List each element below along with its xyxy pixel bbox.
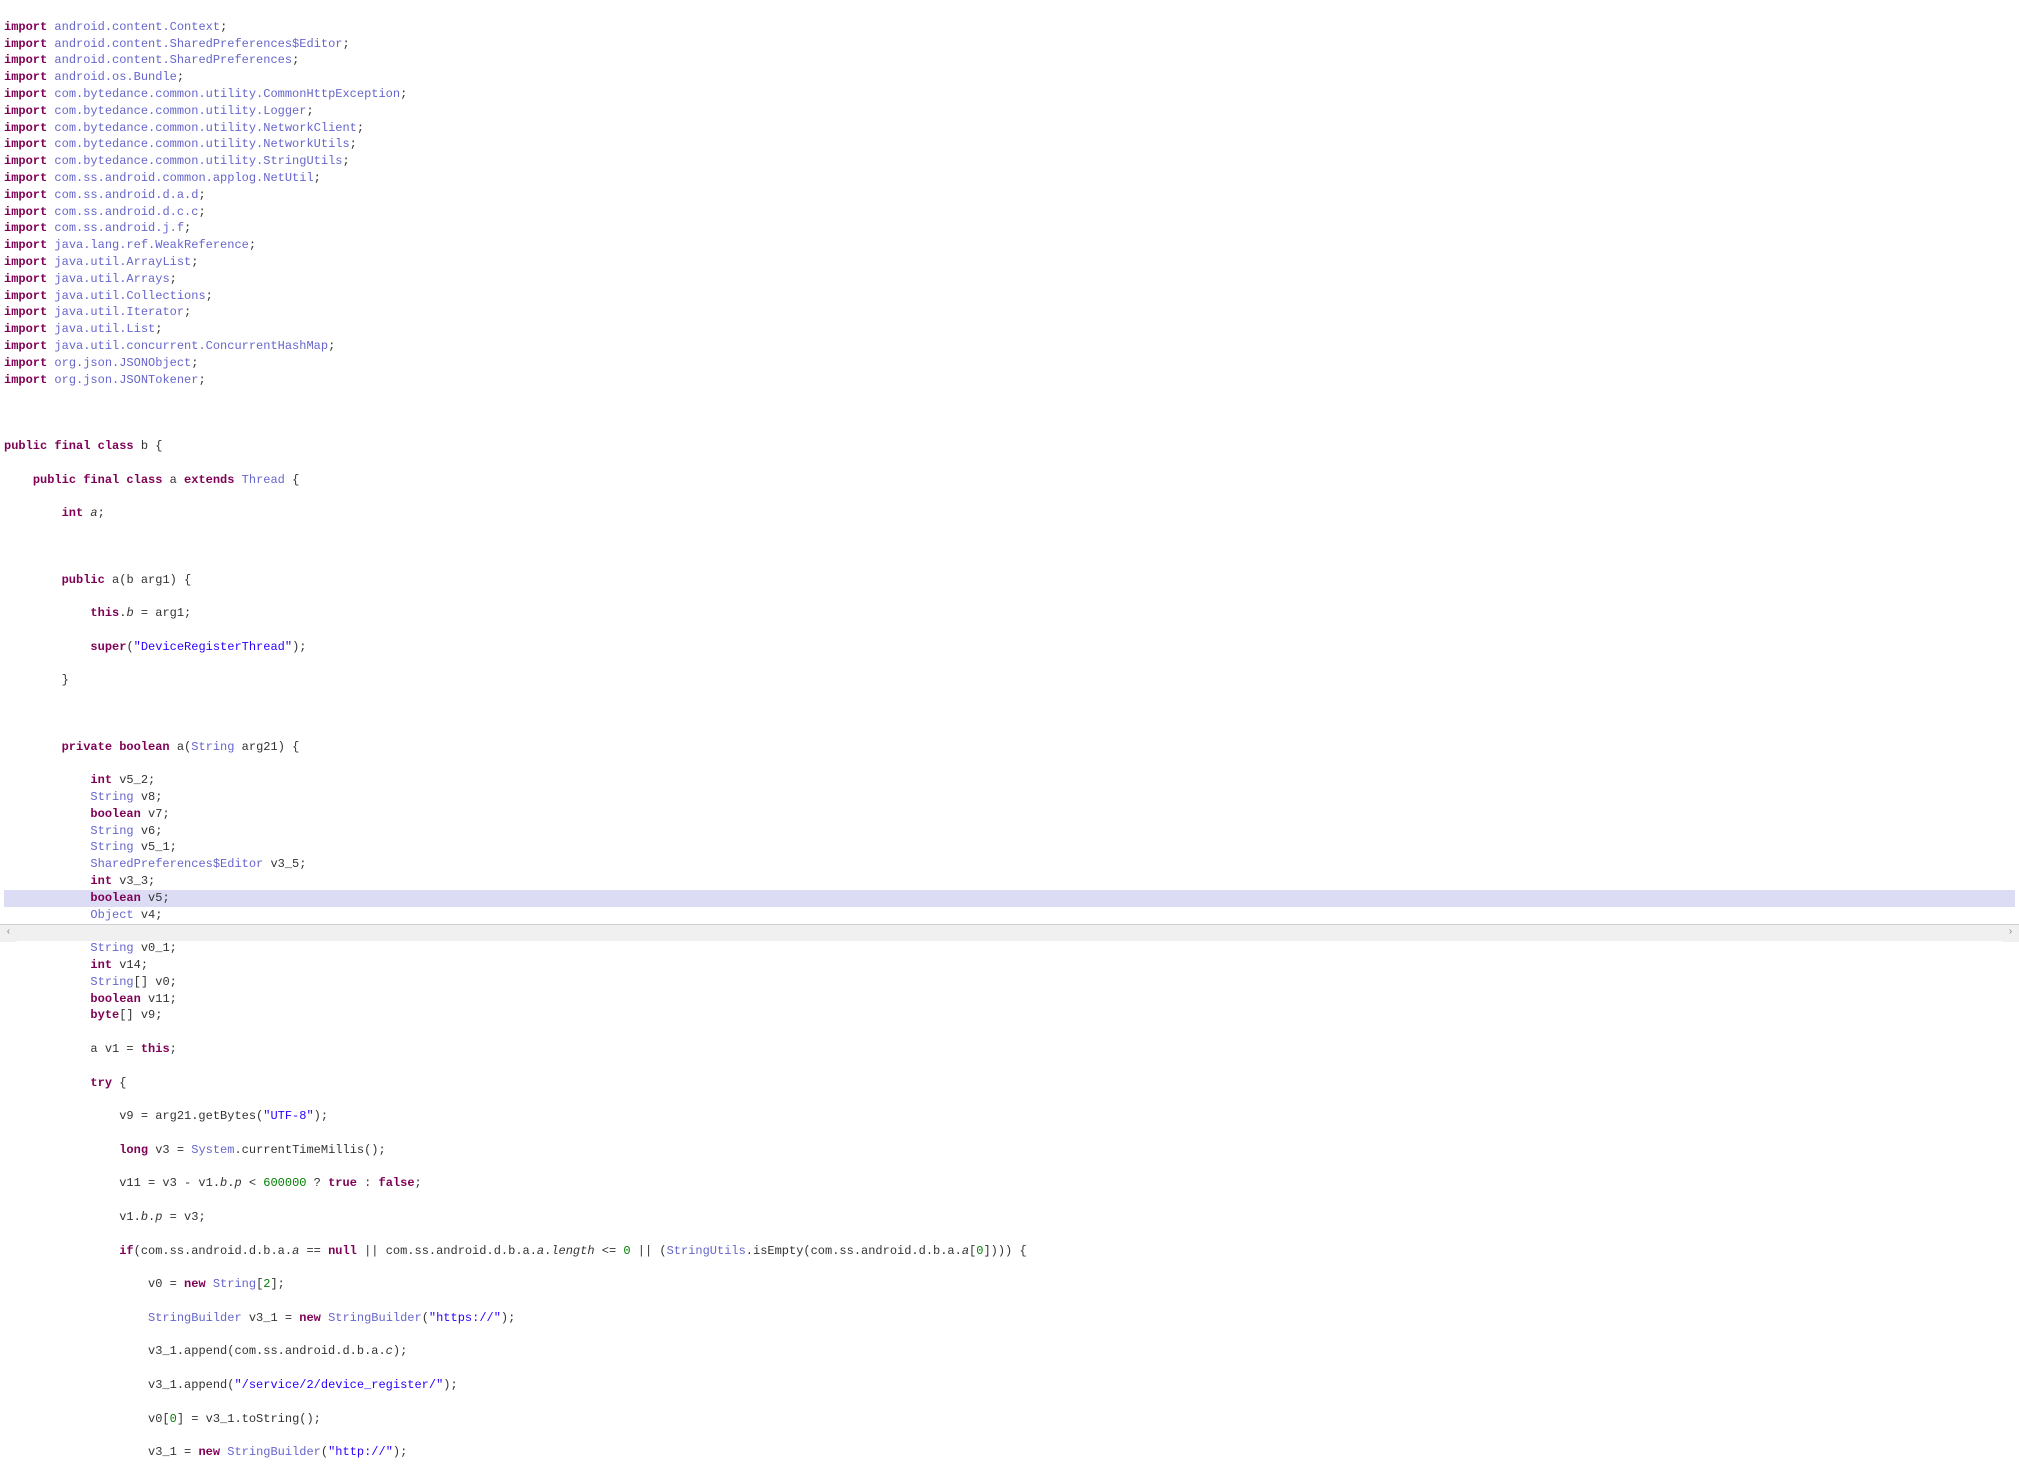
- import-statement: import java.util.ArrayList;: [4, 254, 2015, 271]
- import-statement: import org.json.JSONObject;: [4, 355, 2015, 372]
- import-statement: import com.ss.android.j.f;: [4, 220, 2015, 237]
- scroll-right-button[interactable]: ›: [2002, 925, 2019, 942]
- field-name: a: [90, 506, 97, 520]
- inner-class-keyword: public final class: [33, 473, 163, 487]
- import-statement: import com.bytedance.common.utility.Netw…: [4, 120, 2015, 137]
- var-decl: Object v4;: [4, 907, 2015, 924]
- var-decl: String[] v0;: [4, 974, 2015, 991]
- ctor-param-name: arg1: [141, 573, 170, 587]
- thread-name-string: "DeviceRegisterThread": [134, 640, 292, 654]
- var-decl: String v8;: [4, 789, 2015, 806]
- var-decl: boolean v5;: [4, 890, 2015, 907]
- extends-type: Thread: [242, 473, 285, 487]
- import-statement: import android.content.Context;: [4, 19, 2015, 36]
- var-decl: int v5_2;: [4, 772, 2015, 789]
- class-name: b: [141, 439, 148, 453]
- code-editor[interactable]: import android.content.Context;import an…: [0, 0, 2019, 1480]
- import-statement: import java.lang.ref.WeakReference;: [4, 237, 2015, 254]
- var-decl: String v5_1;: [4, 839, 2015, 856]
- var-decl: String v6;: [4, 823, 2015, 840]
- import-statement: import java.util.concurrent.ConcurrentHa…: [4, 338, 2015, 355]
- field-type: int: [62, 506, 84, 520]
- import-statement: import java.util.List;: [4, 321, 2015, 338]
- method-keyword: private boolean: [62, 740, 170, 754]
- import-statement: import com.ss.android.common.applog.NetU…: [4, 170, 2015, 187]
- import-statement: import com.ss.android.d.a.d;: [4, 187, 2015, 204]
- import-statement: import com.bytedance.common.utility.Netw…: [4, 136, 2015, 153]
- var-decl: int v14;: [4, 957, 2015, 974]
- import-statement: import java.util.Collections;: [4, 288, 2015, 305]
- ctor-keyword: public: [62, 573, 105, 587]
- var-decl: int v3_3;: [4, 873, 2015, 890]
- import-statement: import org.json.JSONTokener;: [4, 372, 2015, 389]
- ctor-name: a: [112, 573, 119, 587]
- var-decl: SharedPreferences$Editor v3_5;: [4, 856, 2015, 873]
- import-statement: import android.os.Bundle;: [4, 69, 2015, 86]
- class-keyword: public final class: [4, 439, 134, 453]
- horizontal-scrollbar[interactable]: ‹ ›: [0, 924, 2019, 941]
- import-statement: import com.bytedance.common.utility.Comm…: [4, 86, 2015, 103]
- var-decl: String v0_1;: [4, 940, 2015, 957]
- import-statement: import android.content.SharedPreferences…: [4, 52, 2015, 69]
- v1-type: a: [90, 1042, 97, 1056]
- var-decl: boolean v7;: [4, 806, 2015, 823]
- import-statement: import android.content.SharedPreferences…: [4, 36, 2015, 53]
- scroll-track[interactable]: [17, 925, 2002, 941]
- import-statement: import java.util.Iterator;: [4, 304, 2015, 321]
- inner-class-name: a: [170, 473, 177, 487]
- method-name: a: [177, 740, 184, 754]
- import-statement: import com.bytedance.common.utility.Logg…: [4, 103, 2015, 120]
- import-statement: import java.util.Arrays;: [4, 271, 2015, 288]
- ctor-param-type: b: [126, 573, 133, 587]
- var-decl: byte[] v9;: [4, 1007, 2015, 1024]
- import-statement: import com.ss.android.d.c.c;: [4, 204, 2015, 221]
- scroll-left-button[interactable]: ‹: [0, 925, 17, 942]
- try-keyword: try: [90, 1076, 112, 1090]
- var-decl: boolean v11;: [4, 991, 2015, 1008]
- import-statement: import com.bytedance.common.utility.Stri…: [4, 153, 2015, 170]
